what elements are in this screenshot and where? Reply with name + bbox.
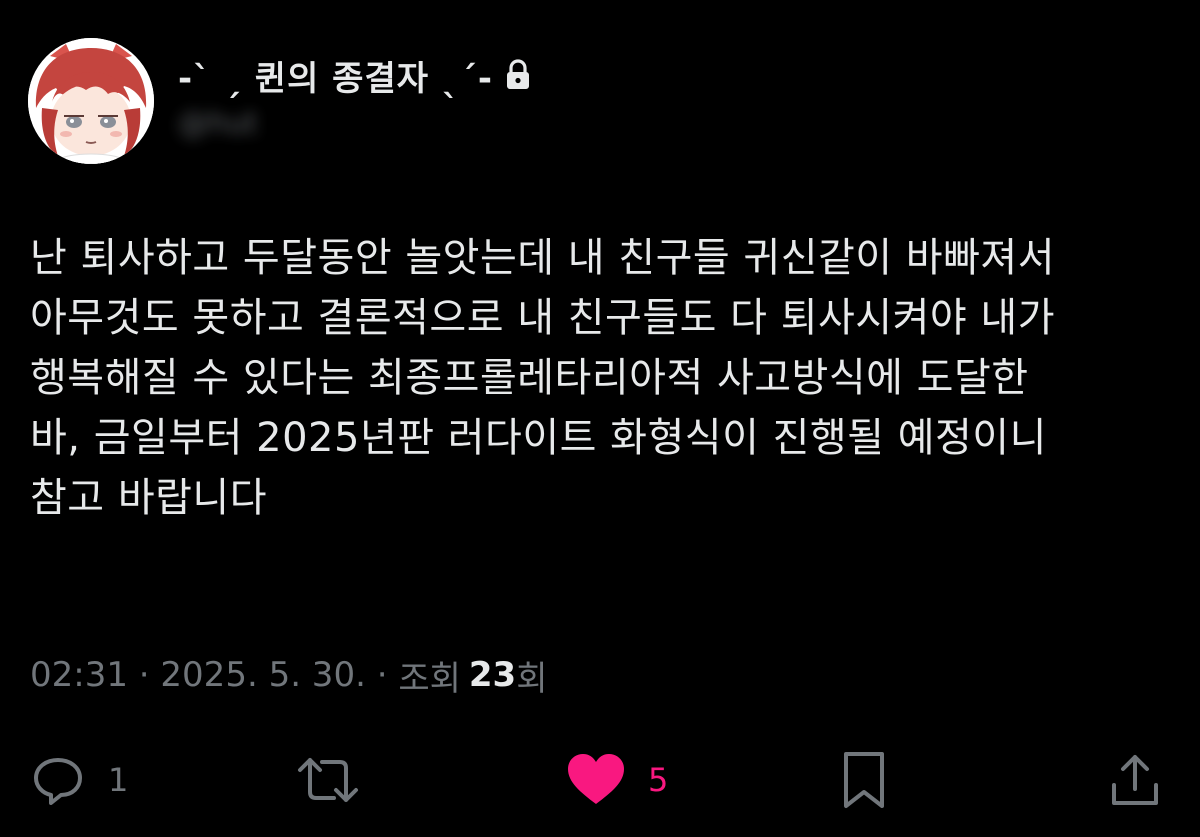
views-suffix: 회 <box>516 658 548 699</box>
bookmark-icon <box>844 752 884 808</box>
tweet-header: -ˋ ˏ 퀸의 종결자 ˎˊ- @hut <box>28 38 728 168</box>
author-name-row[interactable]: -ˋ ˏ 퀸의 종결자 ˎˊ- <box>178 50 531 100</box>
author-handle[interactable]: @hut <box>178 106 558 146</box>
avatar-icon <box>28 38 154 164</box>
heart-icon <box>568 754 624 804</box>
like-count: 5 <box>648 761 669 799</box>
tweet-meta: 02:31 · 2025. 5. 30. · 조회 23 회 <box>30 650 548 700</box>
reply-button[interactable]: 1 <box>30 745 128 815</box>
meta-separator: · <box>365 655 399 695</box>
reply-icon <box>34 758 82 805</box>
action-bar: 1 5 <box>0 745 1200 815</box>
share-button[interactable] <box>1110 745 1160 815</box>
views-label: 조회 <box>398 658 461 699</box>
bookmark-button[interactable] <box>840 745 888 815</box>
share-icon <box>1112 755 1158 805</box>
meta-separator: · <box>127 655 161 695</box>
tweet-text: 난 퇴사하고 두달동안 놀앗는데 내 친구들 귀신같이 바빠져서 아무것도 못하… <box>30 235 1056 521</box>
tweet-time[interactable]: 02:31 <box>30 655 128 695</box>
tweet-date[interactable]: 2025. 5. 30. <box>160 655 365 695</box>
author-display-name[interactable]: -ˋ ˏ 퀸의 종결자 ˎˊ- <box>178 51 493 100</box>
avatar[interactable] <box>28 38 154 164</box>
retweet-icon <box>298 758 358 802</box>
lock-icon <box>505 59 531 91</box>
reply-count: 1 <box>108 761 129 799</box>
like-button[interactable]: 5 <box>566 745 668 815</box>
retweet-button[interactable] <box>296 745 382 815</box>
views-count: 23 <box>468 655 517 695</box>
